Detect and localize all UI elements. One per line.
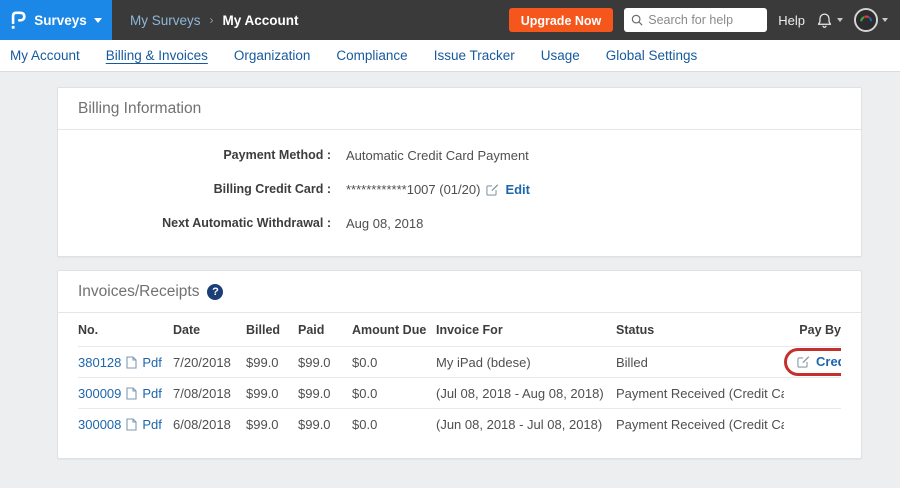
- invoice-pdf-link[interactable]: Pdf: [142, 386, 162, 401]
- invoice-for: (Jul 08, 2018 - Aug 08, 2018): [436, 378, 616, 409]
- chevron-down-icon: [94, 18, 102, 23]
- topbar: Surveys My Surveys › My Account Upgrade …: [0, 0, 900, 40]
- col-amount-due: Amount Due: [352, 313, 436, 347]
- invoice-billed: $99.0: [246, 378, 298, 409]
- invoice-pdf-link[interactable]: Pdf: [142, 417, 162, 432]
- tab-my-account[interactable]: My Account: [10, 48, 80, 63]
- invoice-date: 7/20/2018: [173, 347, 246, 378]
- col-date: Date: [173, 313, 246, 347]
- edit-pencil-icon: [797, 355, 810, 368]
- help-link[interactable]: Help: [778, 13, 805, 28]
- tab-usage[interactable]: Usage: [541, 48, 580, 63]
- breadcrumb-my-surveys[interactable]: My Surveys: [130, 13, 201, 28]
- help-question-icon[interactable]: ?: [207, 284, 223, 300]
- invoice-status: Billed: [616, 347, 784, 378]
- invoices-receipts-card: Invoices/Receipts ? No. Date Billed Paid…: [57, 270, 862, 459]
- billing-credit-card-row: Billing Credit Card : ************1007 (…: [78, 172, 841, 206]
- avatar: [854, 8, 878, 32]
- invoices-receipts-title: Invoices/Receipts ?: [58, 271, 861, 313]
- invoice-pdf-link[interactable]: Pdf: [142, 355, 162, 370]
- invoice-for: (Jun 08, 2018 - Jul 08, 2018): [436, 409, 616, 440]
- topbar-actions: Upgrade Now Help: [509, 8, 900, 32]
- invoice-paid: $99.0: [298, 378, 352, 409]
- billing-information-body: Payment Method : Automatic Credit Card P…: [58, 130, 861, 256]
- chevron-down-icon: [837, 18, 843, 22]
- col-status: Status: [616, 313, 784, 347]
- invoice-number-link[interactable]: 300009: [78, 386, 121, 401]
- pdf-file-icon: [126, 387, 137, 400]
- invoice-billed: $99.0: [246, 409, 298, 440]
- invoices-table-wrap: No. Date Billed Paid Amount Due Invoice …: [58, 313, 861, 458]
- next-withdrawal-value: Aug 08, 2018: [346, 216, 423, 231]
- questionpro-logo-icon: [10, 9, 27, 32]
- product-switcher-label: Surveys: [34, 13, 87, 28]
- payment-method-label: Payment Method :: [78, 148, 331, 162]
- account-menu[interactable]: [854, 8, 888, 32]
- invoice-for: My iPad (bdese): [436, 347, 616, 378]
- tab-organization[interactable]: Organization: [234, 48, 311, 63]
- invoices-table: No. Date Billed Paid Amount Due Invoice …: [78, 313, 841, 440]
- edit-pencil-icon: [486, 183, 499, 196]
- pdf-file-icon: [126, 356, 137, 369]
- invoices-header-row: No. Date Billed Paid Amount Due Invoice …: [78, 313, 841, 347]
- main-content: Billing Information Payment Method : Aut…: [0, 72, 900, 459]
- invoice-status: Payment Received (Credit Card): [616, 409, 784, 440]
- payment-method-row: Payment Method : Automatic Credit Card P…: [78, 138, 841, 172]
- invoice-row: 300009 Pdf 7/08/2018 $99.0 $99.0 $0.0 (J…: [78, 378, 841, 409]
- search-icon: [631, 14, 643, 26]
- invoice-amount-due: $0.0: [352, 378, 436, 409]
- col-paid: Paid: [298, 313, 352, 347]
- breadcrumb-current-page: My Account: [223, 13, 299, 28]
- help-search-input[interactable]: [648, 13, 760, 27]
- invoice-pay-by-cell: [784, 409, 841, 440]
- invoice-amount-due: $0.0: [352, 347, 436, 378]
- pay-by-credit-card-link[interactable]: Credit Card: [816, 354, 841, 369]
- payment-method-value: Automatic Credit Card Payment: [346, 148, 529, 163]
- billing-credit-card-value: ************1007 (01/20): [346, 182, 480, 197]
- next-withdrawal-label: Next Automatic Withdrawal :: [78, 216, 331, 230]
- notifications-button[interactable]: [816, 12, 843, 29]
- invoice-number-link[interactable]: 300008: [78, 417, 121, 432]
- invoices-receipts-title-text: Invoices/Receipts: [78, 283, 199, 301]
- next-withdrawal-row: Next Automatic Withdrawal : Aug 08, 2018: [78, 206, 841, 240]
- tab-issue-tracker[interactable]: Issue Tracker: [434, 48, 515, 63]
- invoice-number-link[interactable]: 380128: [78, 355, 121, 370]
- breadcrumb-separator-icon: ›: [210, 13, 214, 27]
- invoice-pay-by-cell: [784, 378, 841, 409]
- invoice-billed: $99.0: [246, 347, 298, 378]
- col-pay-by: Pay By: [784, 313, 841, 347]
- col-no: No.: [78, 313, 173, 347]
- bell-icon: [816, 12, 833, 29]
- upgrade-now-button[interactable]: Upgrade Now: [509, 8, 614, 32]
- invoice-paid: $99.0: [298, 347, 352, 378]
- tab-compliance[interactable]: Compliance: [336, 48, 407, 63]
- invoice-pay-by-cell: Credit Card: [784, 347, 841, 378]
- chevron-down-icon: [882, 18, 888, 22]
- invoice-row: 300008 Pdf 6/08/2018 $99.0 $99.0 $0.0 (J…: [78, 409, 841, 440]
- col-invoice-for: Invoice For: [436, 313, 616, 347]
- invoice-amount-due: $0.0: [352, 409, 436, 440]
- invoice-date: 7/08/2018: [173, 378, 246, 409]
- invoice-status: Payment Received (Credit Card): [616, 378, 784, 409]
- billing-information-title: Billing Information: [58, 88, 861, 130]
- pdf-file-icon: [126, 418, 137, 431]
- edit-credit-card-link[interactable]: Edit: [505, 182, 530, 197]
- invoice-date: 6/08/2018: [173, 409, 246, 440]
- breadcrumb: My Surveys › My Account: [130, 13, 299, 28]
- help-search: [624, 8, 767, 32]
- pay-by-highlight: Credit Card: [784, 348, 841, 376]
- invoice-paid: $99.0: [298, 409, 352, 440]
- col-billed: Billed: [246, 313, 298, 347]
- billing-information-card: Billing Information Payment Method : Aut…: [57, 87, 862, 257]
- invoice-row: 380128 Pdf 7/20/2018 $99.0 $99.0 $0.0 My…: [78, 347, 841, 378]
- product-switcher[interactable]: Surveys: [0, 0, 112, 40]
- tab-billing-invoices[interactable]: Billing & Invoices: [106, 48, 208, 63]
- tab-global-settings[interactable]: Global Settings: [606, 48, 698, 63]
- billing-credit-card-label: Billing Credit Card :: [78, 182, 331, 196]
- account-nav-tabs: My Account Billing & Invoices Organizati…: [0, 40, 900, 72]
